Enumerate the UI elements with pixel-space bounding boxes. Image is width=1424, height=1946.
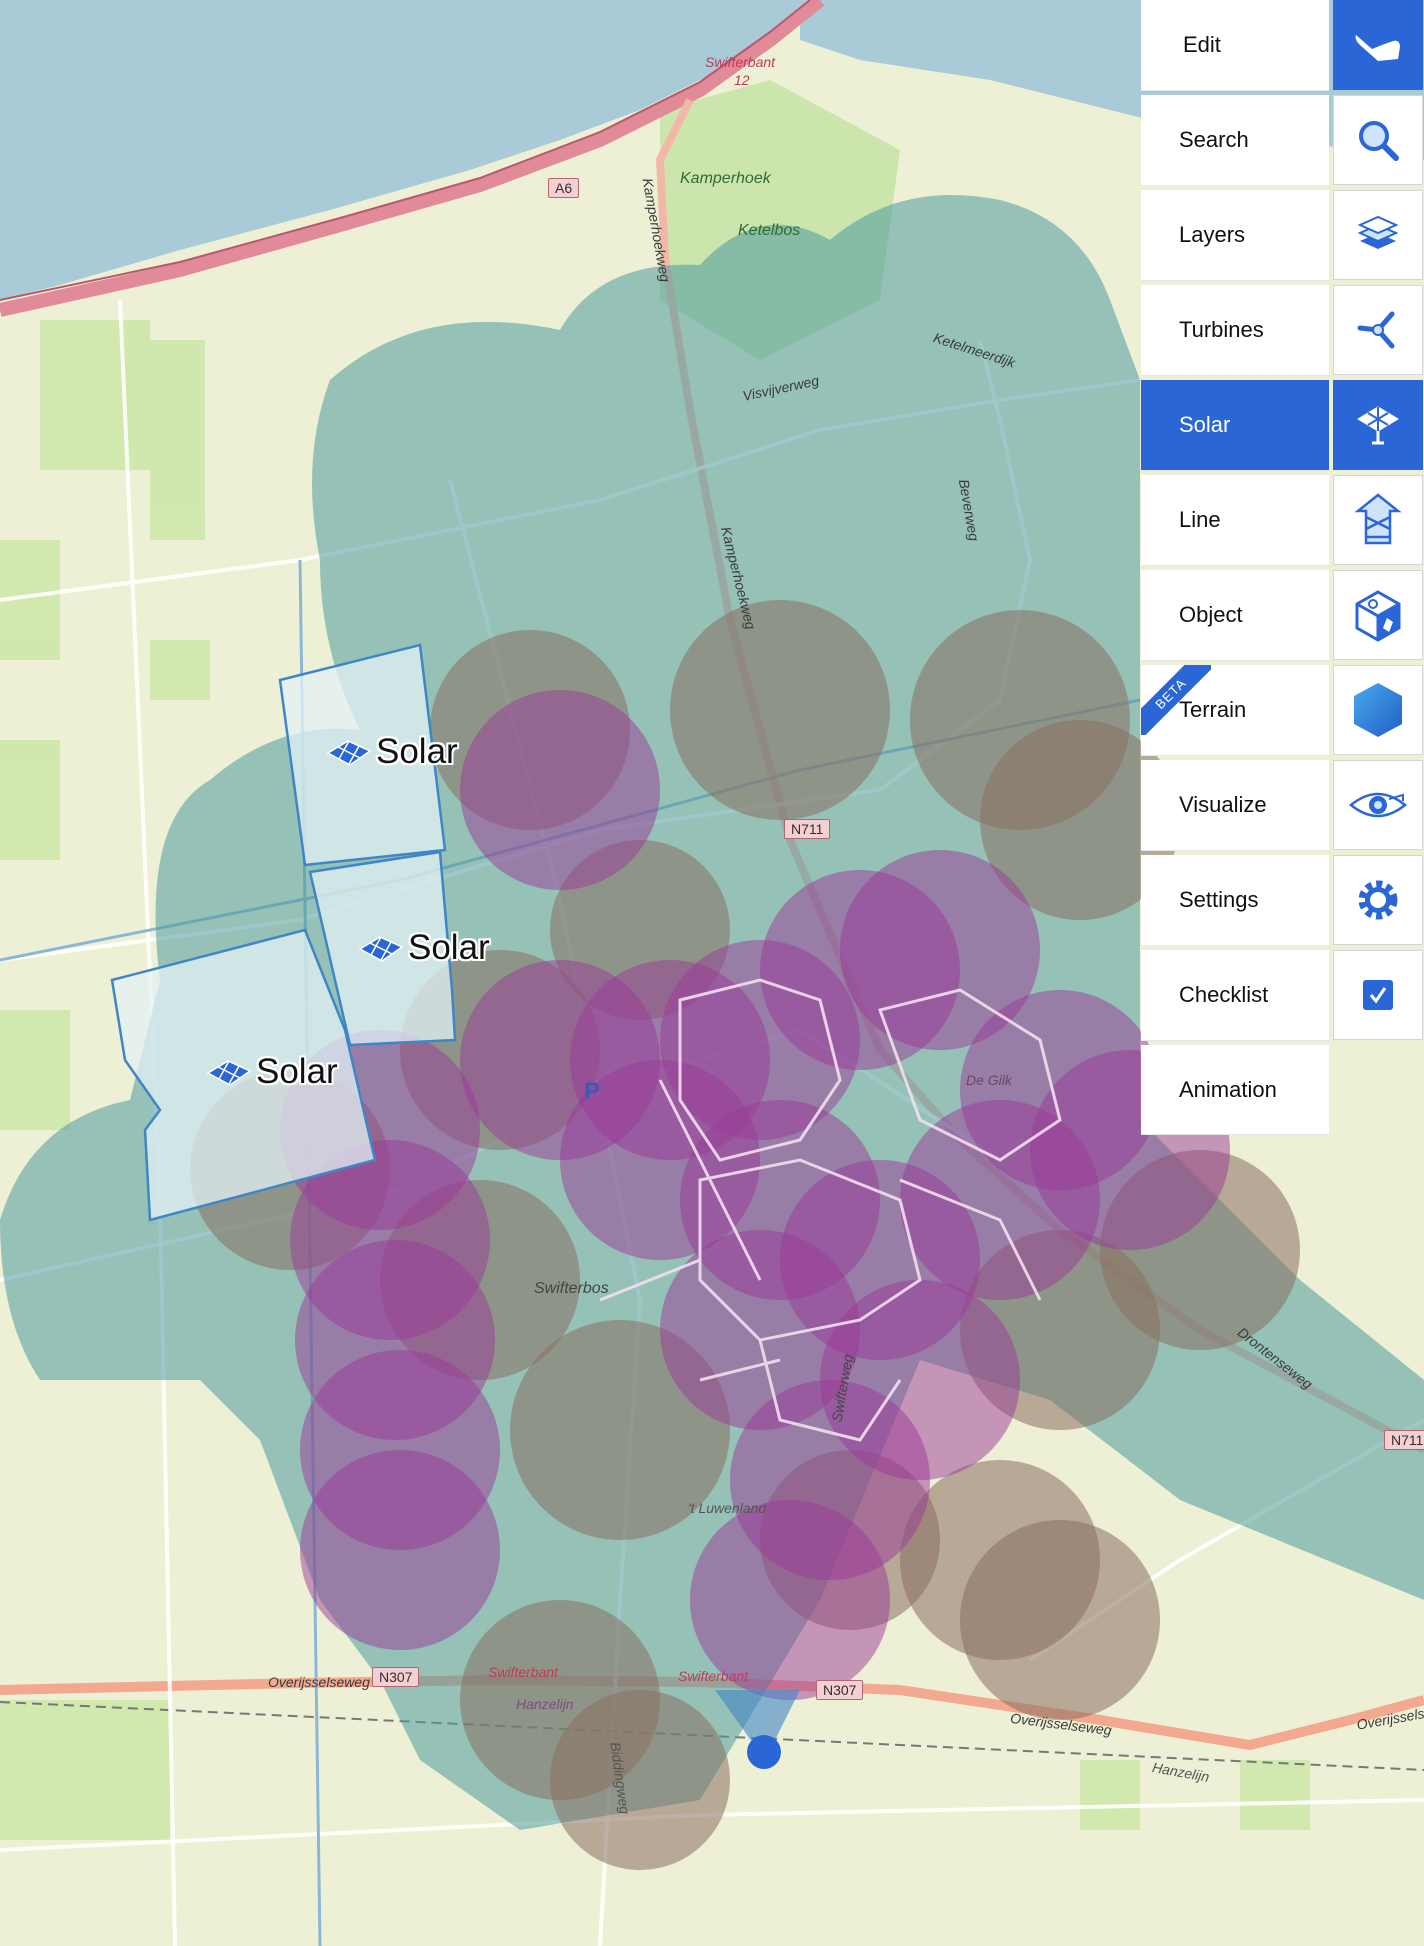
label-swifterbant-station-2: Swifterbant [678,1668,749,1684]
menu-item-checklist[interactable]: Checklist [1141,950,1424,1042]
menu-icon-solar[interactable] [1333,380,1423,470]
menu-label-checklist[interactable]: Checklist [1141,950,1329,1041]
menu-item-layers[interactable]: Layers [1141,190,1424,282]
terrain-hexagon-icon [1354,683,1402,737]
menu-label-settings[interactable]: Settings [1141,855,1329,946]
menu-icon-turbines[interactable] [1333,285,1423,375]
menu-item-visualize[interactable]: Visualize [1141,760,1424,852]
solar-label-1[interactable]: Solar [326,732,458,772]
menu-icon-search[interactable] [1333,95,1423,185]
menu-label-turbines[interactable]: Turbines [1141,285,1329,376]
menu-icon-object[interactable] [1333,570,1423,660]
solar-panel-icon [1357,406,1399,445]
eye-icon [1349,792,1407,818]
shield-n711-mid: N711 [784,819,831,839]
checkbox-icon [1363,980,1393,1010]
label-hanzelijn-left: Hanzelijn [516,1696,574,1712]
object-cube-icon [1355,590,1401,642]
menu-icon-edit[interactable] [1333,0,1423,90]
menu-icon-terrain[interactable] [1333,665,1423,755]
menu-icon-checklist[interactable] [1333,950,1423,1040]
solar-panel-icon [206,1060,252,1086]
menu-icon-line[interactable] [1333,475,1423,565]
turbine-icon [1357,311,1395,349]
layers-icon [1357,215,1399,249]
shield-n711-right: N711 [1384,1430,1424,1450]
solar-panel-icon [358,936,404,962]
menu-item-line[interactable]: Line [1141,475,1424,567]
label-exit-number: 12 [734,72,750,88]
menu-label-search[interactable]: Search [1141,95,1329,186]
menu-label-layers[interactable]: Layers [1141,190,1329,281]
menu-icon-layers[interactable] [1333,190,1423,280]
solar-label-3[interactable]: Solar [206,1052,338,1092]
menu-item-terrain[interactable]: BETA Terrain [1141,665,1424,757]
solar-panel-icon [326,740,372,766]
menu-label-solar[interactable]: Solar [1141,380,1329,471]
menu-label-terrain[interactable]: BETA Terrain [1141,665,1329,756]
menu-item-animation[interactable]: Animation [1141,1045,1424,1137]
menu-label-object[interactable]: Object [1141,570,1329,661]
label-ketelbos: Ketelbos [738,222,801,239]
label-overijsselseweg-left: Overijsselseweg [268,1674,370,1690]
solar-label-2[interactable]: Solar [358,928,490,968]
shield-a6: A6 [548,178,580,198]
gear-icon [1358,880,1398,920]
label-swifterbant-exit: Swifterbant [705,54,776,70]
line-tower-icon [1354,493,1402,545]
menu-item-edit[interactable]: Edit [1141,0,1424,92]
label-luwenland: 't Luwenland [688,1500,767,1516]
menu-label-animation[interactable]: Animation [1141,1045,1329,1135]
beta-badge: BETA [1141,665,1211,735]
menu-label-line[interactable]: Line [1141,475,1329,566]
menu-item-turbines[interactable]: Turbines [1141,285,1424,377]
label-kamperhoek: Kamperhoek [680,170,771,187]
menu-item-object[interactable]: Object [1141,570,1424,662]
pointer-hand-icon [1355,35,1400,61]
menu-item-settings[interactable]: Settings [1141,855,1424,947]
shield-n307-left: N307 [372,1667,420,1687]
label-swifterbant-station-1: Swifterbant [488,1664,559,1680]
menu-item-search[interactable]: Search [1141,95,1424,187]
menu-label-visualize[interactable]: Visualize [1141,760,1329,851]
label-swifterbos: Swifterbos [534,1280,609,1297]
search-icon [1359,121,1399,161]
menu-label-edit[interactable]: Edit [1141,0,1329,91]
shield-n307-right: N307 [816,1680,864,1700]
menu-item-solar[interactable]: Solar [1141,380,1424,472]
menu-icon-visualize[interactable] [1333,760,1423,850]
label-parking: P [584,1078,601,1105]
label-de-gilk: De Gilk [966,1072,1012,1088]
menu-icon-settings[interactable] [1333,855,1423,945]
